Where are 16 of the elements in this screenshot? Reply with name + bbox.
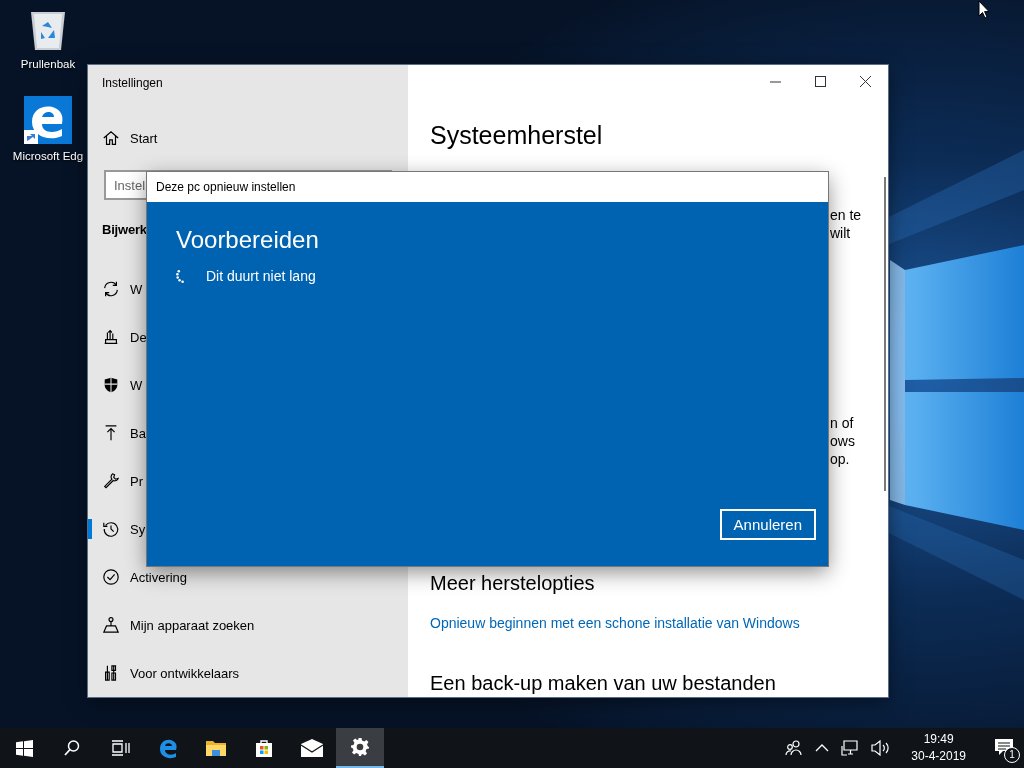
body-text: en te	[830, 206, 863, 224]
desktop-icon-label: Prullenbak	[20, 58, 76, 70]
dialog-heading: Voorbereiden	[176, 226, 320, 254]
dialog-title: Deze pc opnieuw instellen	[156, 180, 296, 194]
body-text: n of	[830, 414, 855, 432]
page-title: Systeemherstel	[430, 121, 604, 150]
desktop-icon-label: Microsoft Edg	[12, 150, 84, 162]
status-text: Dit duurt niet lang	[206, 268, 316, 284]
section-heading: Een back-up maken van uw bestanden	[430, 672, 777, 695]
section-heading: Meer herstelopties	[430, 572, 596, 595]
body-text: op.	[830, 450, 851, 468]
window-title: Instellingen	[101, 75, 164, 92]
body-text: wilt	[830, 224, 852, 242]
body-text: ows	[830, 432, 856, 450]
notification-count: 1	[1004, 747, 1020, 763]
section-heading: Bijwerk	[102, 222, 147, 237]
